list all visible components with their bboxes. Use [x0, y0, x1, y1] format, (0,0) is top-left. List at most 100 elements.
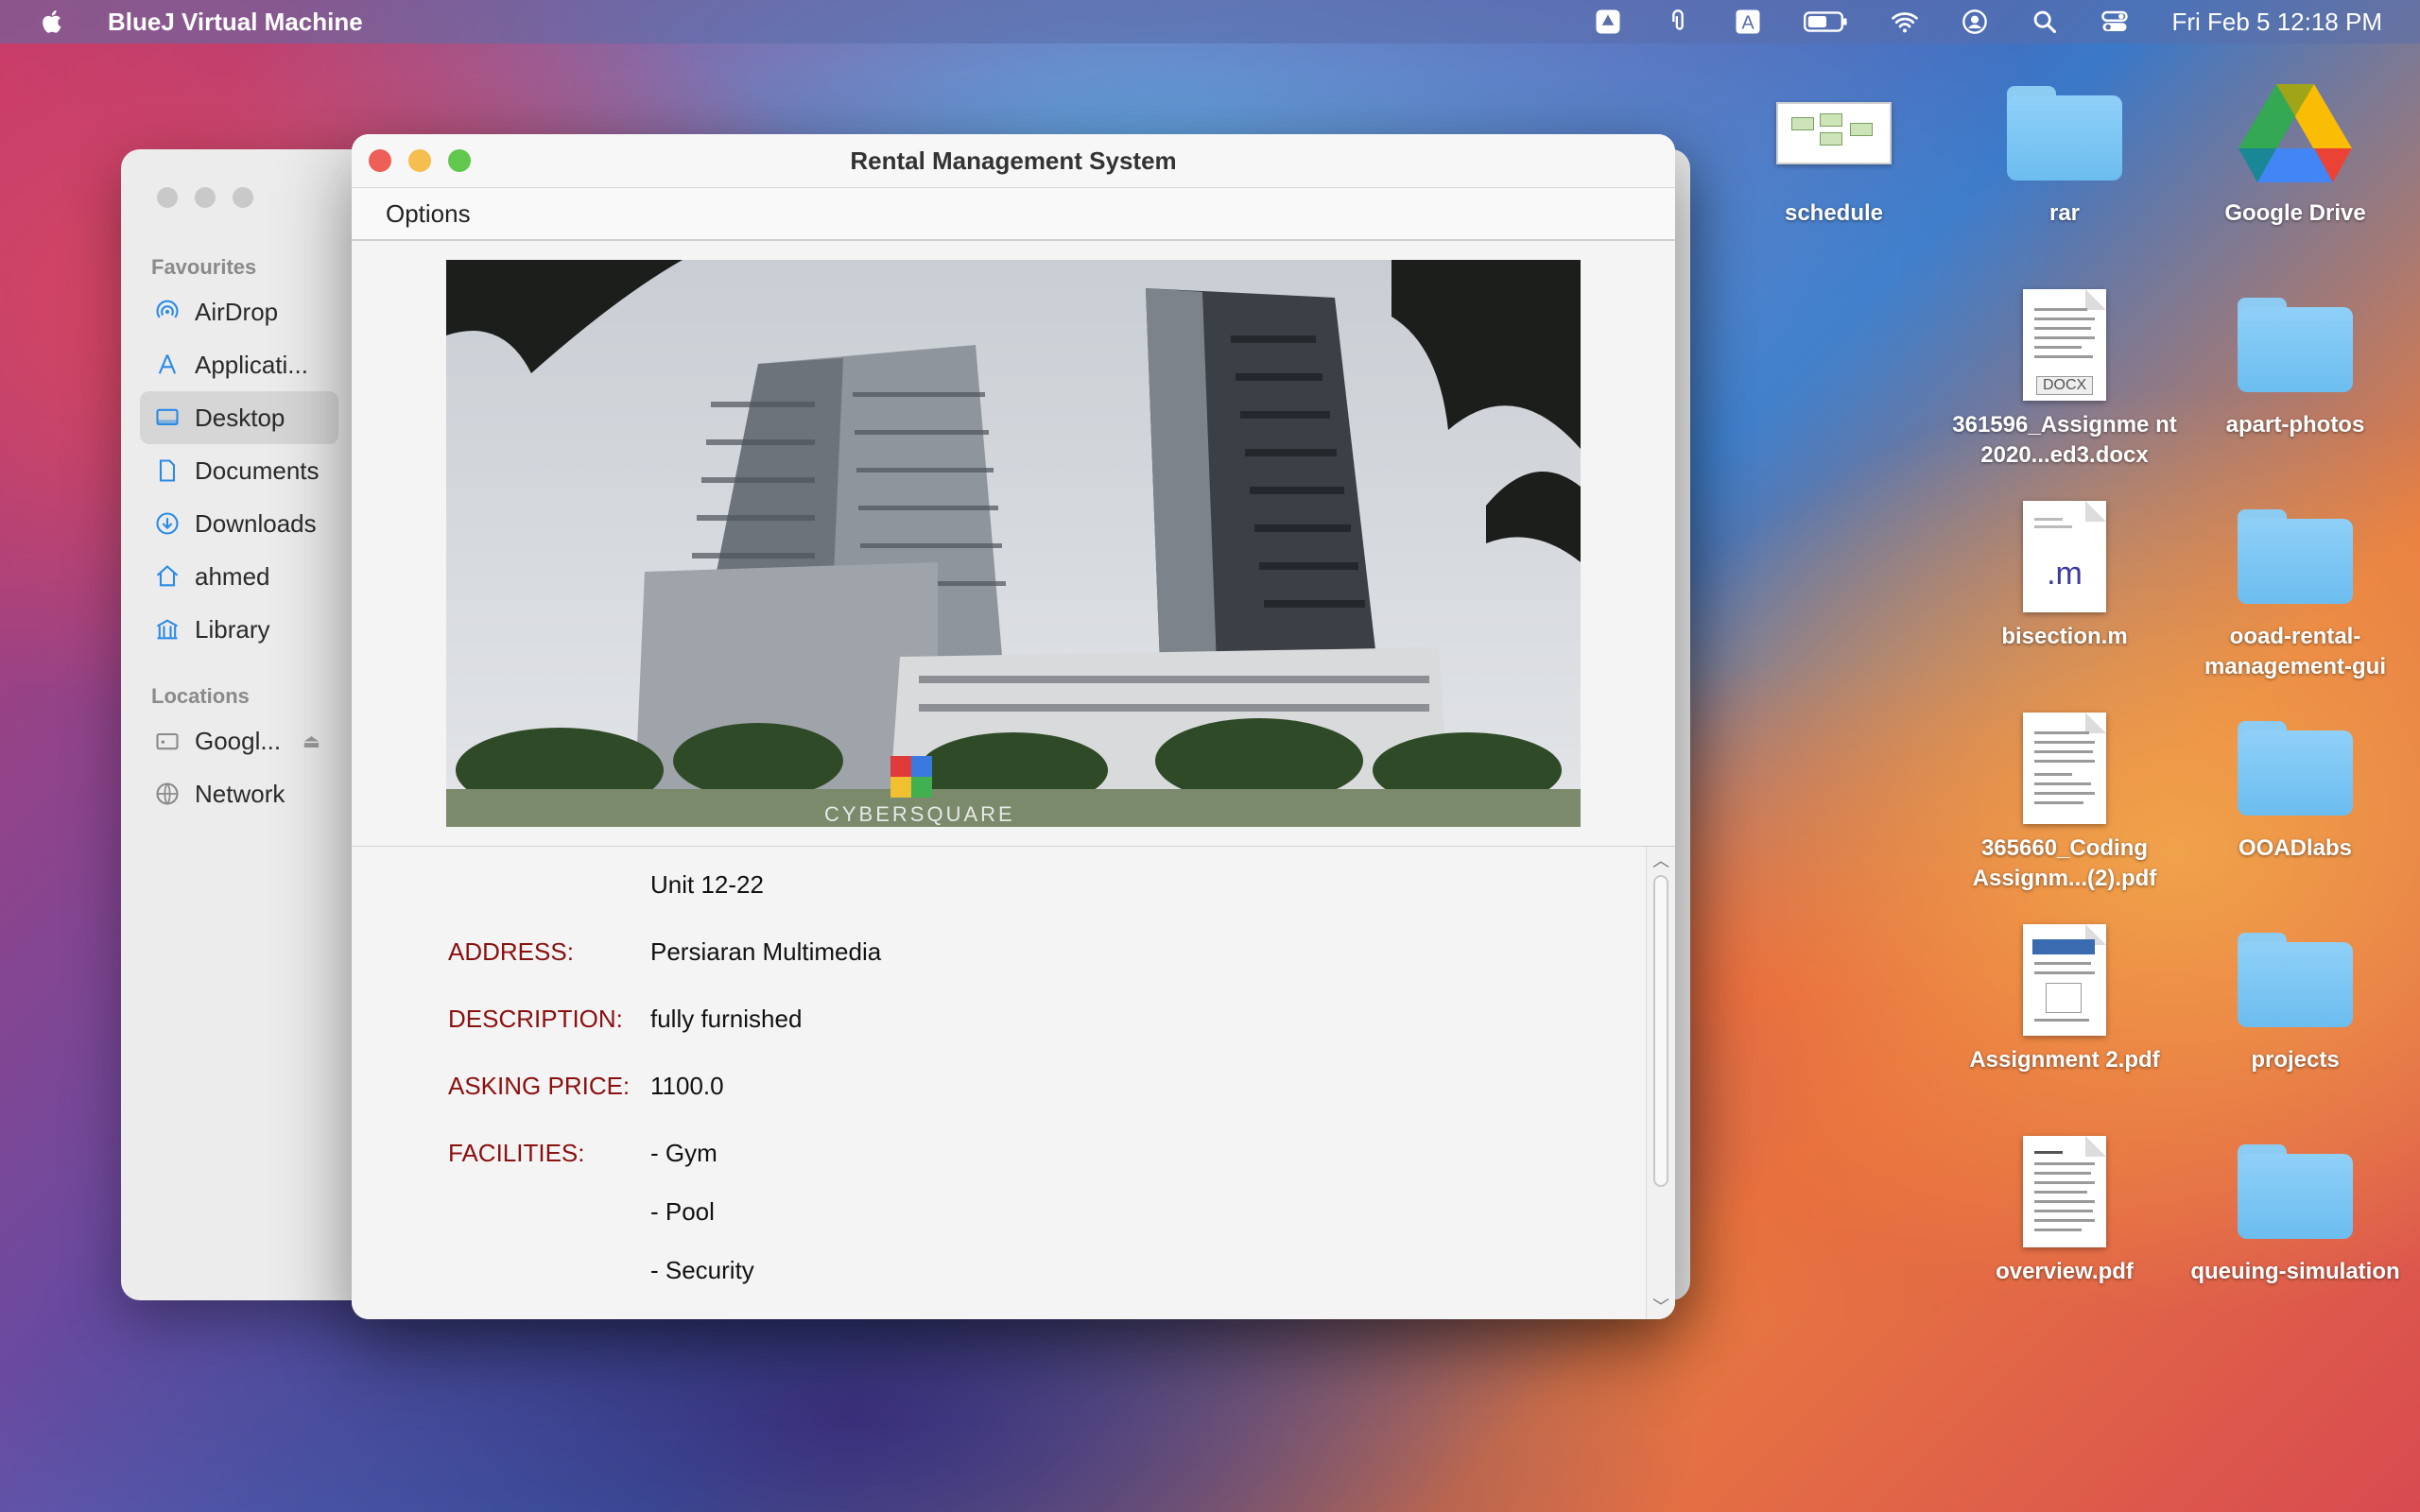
desktop-item-label: ooad-rental-management-gui [2204, 624, 2387, 679]
desktop-item-apart-photos[interactable]: apart-photos [2182, 284, 2409, 440]
sidebar-item-downloads[interactable]: Downloads [121, 497, 348, 550]
finder-close-button[interactable] [157, 187, 178, 208]
unit-value: Unit 12-22 [650, 869, 764, 899]
desktop-item-label: queuing-simulation [2190, 1259, 2400, 1284]
desktop-item-label: bisection.m [2001, 624, 2128, 649]
desktop-item-ooadlabs[interactable]: OOADlabs [2182, 707, 2409, 864]
desktop-item-label: OOADlabs [2238, 835, 2353, 861]
sidebar-item-label: Documents [195, 455, 320, 485]
facility-item: - Gym [650, 1138, 717, 1167]
search-icon[interactable] [2030, 7, 2060, 37]
active-app-name[interactable]: BlueJ Virtual Machine [108, 8, 363, 37]
details-scrollbar[interactable]: ︿ ﹀ [1646, 847, 1675, 1319]
pdf-file-icon [2003, 707, 2126, 830]
facility-item: - Pool [650, 1196, 715, 1226]
desktop-item-assignment-docx[interactable]: DOCX 361596_Assignme nt 2020...ed3.docx [1951, 284, 2178, 471]
desktop-item-projects[interactable]: projects [2182, 919, 2409, 1075]
desktop-item-label: Google Drive [2224, 200, 2366, 226]
desktop-item-ooad-rental[interactable]: ooad-rental-management-gui [2182, 495, 2409, 682]
paperclip-icon[interactable] [1663, 7, 1693, 37]
m-file-icon: .m [2003, 495, 2126, 618]
sidebar-item-label: Googl... [195, 726, 282, 755]
library-icon [153, 615, 182, 644]
sidebar-item-applications[interactable]: Applicati... [121, 338, 348, 391]
rental-management-window[interactable]: Rental Management System Options CYBERSQ… [352, 134, 1675, 1319]
wifi-icon[interactable] [1890, 7, 1920, 37]
address-value: Persiaran Multimedia [650, 936, 882, 966]
scrollbar-thumb[interactable] [1653, 875, 1668, 1187]
sidebar-item-airdrop[interactable]: AirDrop [121, 285, 348, 338]
desktop-item-assignment2-pdf[interactable]: Assignment 2.pdf [1951, 919, 2178, 1075]
photo-panel: CYBERSQUARE [352, 241, 1675, 847]
photo-sign-text: CYBERSQUARE [824, 802, 1015, 826]
desktop-item-bisection[interactable]: .m bisection.m [1951, 495, 2178, 652]
sidebar-item-label: Desktop [195, 403, 285, 432]
desktop-item-queuing-simulation[interactable]: queuing-simulation [2182, 1130, 2409, 1287]
finder-zoom-button[interactable] [233, 187, 253, 208]
folder-icon [2234, 1130, 2357, 1253]
sidebar-item-library[interactable]: Library [121, 603, 348, 656]
scroll-down-icon[interactable]: ﹀ [1647, 1295, 1675, 1317]
sidebar-item-documents[interactable]: Documents [121, 444, 348, 497]
description-label: DESCRIPTION: [448, 1004, 623, 1033]
window-title: Rental Management System [850, 146, 1177, 175]
sidebar-item-label: Applicati... [195, 350, 308, 379]
folder-icon [2234, 707, 2357, 830]
finder-traffic-lights [157, 187, 253, 208]
finder-minimize-button[interactable] [195, 187, 216, 208]
user-icon[interactable] [1960, 7, 1990, 37]
battery-icon[interactable] [1803, 7, 1850, 37]
address-label: ADDRESS: [448, 936, 574, 966]
desktop-item-overview-pdf[interactable]: overview.pdf [1951, 1130, 2178, 1287]
sidebar-item-home[interactable]: ahmed [121, 550, 348, 603]
desktop-item-label: 365660_Coding Assignm...(2).pdf [1972, 835, 2157, 891]
sidebar-item-desktop[interactable]: Desktop [140, 391, 338, 444]
sidebar-item-label: Network [195, 779, 285, 808]
favourites-heading: Favourites [151, 255, 257, 279]
docx-file-icon: DOCX [2003, 284, 2126, 406]
app-menu-bar: Options [352, 188, 1675, 241]
window-titlebar[interactable]: Rental Management System [352, 134, 1675, 188]
google-drive-icon [2234, 72, 2357, 195]
sidebar-item-label: Downloads [195, 508, 317, 538]
desktop-item-label: apart-photos [2225, 412, 2365, 438]
apple-icon[interactable] [40, 8, 68, 36]
applications-icon [153, 351, 182, 379]
sidebar-item-label: Library [195, 614, 270, 644]
property-photo: CYBERSQUARE [446, 260, 1581, 827]
desktop-item-schedule[interactable]: schedule [1720, 72, 1947, 229]
sidebar-item-label: ahmed [195, 561, 270, 591]
scroll-up-icon[interactable]: ︿ [1647, 849, 1675, 871]
network-icon [153, 780, 182, 808]
pdf-file-icon [2003, 1130, 2126, 1253]
input-source-icon[interactable]: A [1733, 7, 1763, 37]
desktop-item-coding-assignment-pdf[interactable]: 365660_Coding Assignm...(2).pdf [1951, 707, 2178, 894]
property-details-panel: Unit 12-22 ADDRESS: Persiaran Multimedia… [352, 847, 1675, 1319]
folder-icon [2234, 495, 2357, 618]
desktop-item-label: overview.pdf [1996, 1259, 2134, 1284]
document-icon [153, 456, 182, 485]
menu-bar-clock[interactable]: Fri Feb 5 12:18 PM [2171, 8, 2382, 37]
desktop-item-rar[interactable]: rar [1951, 72, 2178, 229]
desktop-item-label: 361596_Assignme nt 2020...ed3.docx [1952, 412, 2177, 468]
svg-text:A: A [1742, 13, 1755, 34]
desktop-icon [153, 404, 182, 432]
options-menu[interactable]: Options [386, 199, 471, 229]
folder-icon [2234, 919, 2357, 1041]
sidebar-item-network[interactable]: Network [121, 767, 348, 820]
facility-item: - Security [650, 1255, 754, 1284]
menu-bar: BlueJ Virtual Machine A Fri Feb 5 12:18 … [0, 0, 2420, 43]
docx-badge: DOCX [2036, 376, 2094, 395]
google-drive-status-icon[interactable] [1593, 7, 1623, 37]
control-center-icon[interactable] [2100, 7, 2130, 37]
locations-heading: Locations [151, 684, 250, 708]
sidebar-item-label: AirDrop [195, 297, 279, 326]
airdrop-icon [153, 298, 182, 326]
price-value: 1100.0 [650, 1071, 724, 1100]
sidebar-item-google-drive[interactable]: Googl... ⏏ [121, 714, 348, 767]
drive-icon [153, 727, 182, 755]
eject-icon[interactable]: ⏏ [302, 730, 320, 753]
desktop-item-google-drive[interactable]: Google Drive [2182, 72, 2409, 229]
finder-sidebar: Favourites AirDrop Applicati... Desktop … [121, 244, 348, 820]
image-file-icon [1772, 72, 1895, 195]
